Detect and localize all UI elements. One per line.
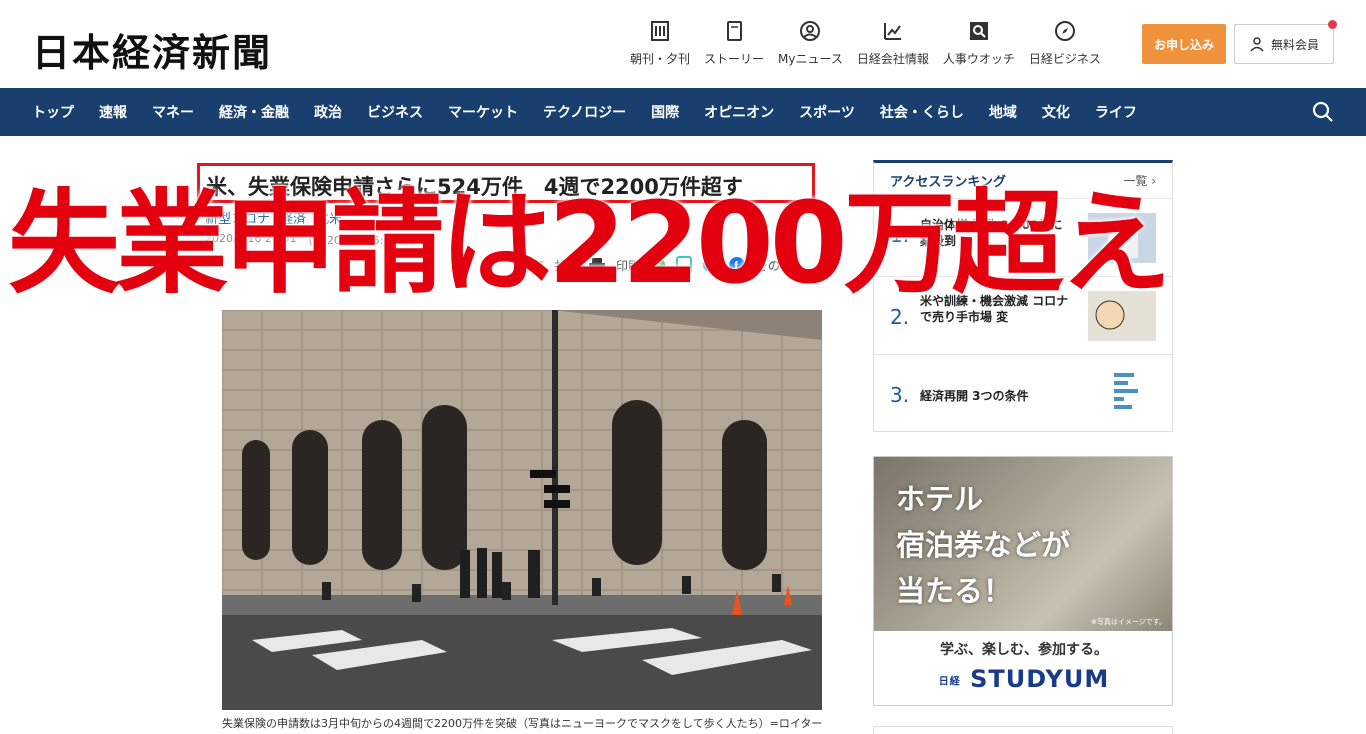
nav-item-economy[interactable]: 経済・金融 [219,102,289,122]
company-info-label: 日経会社情報 [856,52,929,66]
ad-banner[interactable]: ホテル 宿泊券などが 当たる！ ※写真はイメージです。 学ぶ、楽しむ、参加する。… [873,456,1173,706]
nav-item-politics[interactable]: 政治 [314,102,342,122]
main-nav: トップ 速報 マネー 経済・金融 政治 ビジネス マーケット テクノロジー 国際… [0,88,1366,136]
personnel-watch-label: 人事ウオッチ [942,52,1015,66]
ad-headline-line3: 当たる！ [896,574,1013,608]
user-icon [1250,37,1264,52]
ad-footer: 学ぶ、楽しむ、参加する。 日経 STUDYUM [874,631,1172,705]
personnel-watch-link[interactable]: 人事ウオッチ [943,20,1015,67]
chart-icon [883,23,901,40]
company-info-link[interactable]: 日経会社情報 [857,20,929,67]
ad-headline-line2: 宿泊券などが [896,528,1071,562]
article-photo [222,310,822,710]
rank-thumbnail [1088,369,1156,419]
newspaper-icon [651,21,669,41]
nav-item-society[interactable]: 社会・くらし [880,102,964,122]
studyum-logo-small: 日経 [938,676,961,688]
free-member-button[interactable]: 無料会員 [1234,24,1334,64]
book-icon [727,21,743,41]
rank-text: 経済再開 3つの条件 [920,389,1029,403]
ad-image-note: ※写真はイメージです。 [1090,618,1166,626]
studyum-logo-text: STUDYUM [970,665,1110,693]
free-member-label: 無料会員 [1270,37,1319,52]
site-logo[interactable]: 日本経済新聞 [32,22,272,77]
street-photo-illustration [222,310,822,710]
ranking-item[interactable]: 3. 経済再開 3つの条件 [874,355,1172,433]
ad-headline-line1: ホテル [896,482,984,516]
nav-item-opinion[interactable]: オピニオン [704,102,774,122]
nav-item-breaking[interactable]: 速報 [99,102,127,122]
nikkei-business-label: 日経ビジネス [1028,52,1101,66]
nav-item-life[interactable]: ライフ [1095,102,1137,122]
photo-caption: 失業保険の申請数は3月中旬からの4週間で2200万件を突破（写真はニューヨークで… [222,717,823,730]
nav-item-business[interactable]: ビジネス [367,102,423,122]
user-circle-icon [800,21,821,41]
morning-evening-label: 朝刊・夕刊 [630,52,691,66]
search-icon[interactable] [1312,101,1334,123]
nav-item-money[interactable]: マネー [152,102,194,122]
nav-item-top[interactable]: トップ [32,102,74,122]
search-person-icon [969,22,988,40]
overlay-title: 失業申請は2200万超え [8,179,1172,309]
header-icon-bar: 朝刊・夕刊 ストーリー Myニュース 日経会社情報 人事ウオッチ 日経ビジネス [630,20,1115,67]
studyum-logo: 日経 STUDYUM [874,665,1172,693]
nav-item-sports[interactable]: スポーツ [799,102,855,122]
nav-item-culture[interactable]: 文化 [1042,102,1070,122]
ad-tagline: 学ぶ、楽しむ、参加する。 [940,642,1108,658]
my-news-link[interactable]: Myニュース [778,20,843,67]
morning-evening-paper-link[interactable]: 朝刊・夕刊 [630,20,690,67]
my-news-label: Myニュース [778,52,843,66]
nikkei-business-link[interactable]: 日経ビジネス [1029,20,1101,67]
story-label: ストーリー [704,52,765,66]
nav-item-international[interactable]: 国際 [651,102,679,122]
next-sidebar-panel [873,726,1173,734]
compass-icon [1054,21,1075,41]
site-header: 日本経済新聞 朝刊・夕刊 ストーリー Myニュース 日経会社情報 人事ウオッチ … [0,0,1366,88]
story-link[interactable]: ストーリー [704,20,764,67]
rank-number: 3. [890,383,910,407]
nav-item-technology[interactable]: テクノロジー [543,102,626,122]
nav-item-market[interactable]: マーケット [448,102,518,122]
notification-dot [1328,20,1337,29]
apply-button[interactable]: お申し込み [1142,24,1226,64]
nav-item-region[interactable]: 地域 [989,102,1017,122]
